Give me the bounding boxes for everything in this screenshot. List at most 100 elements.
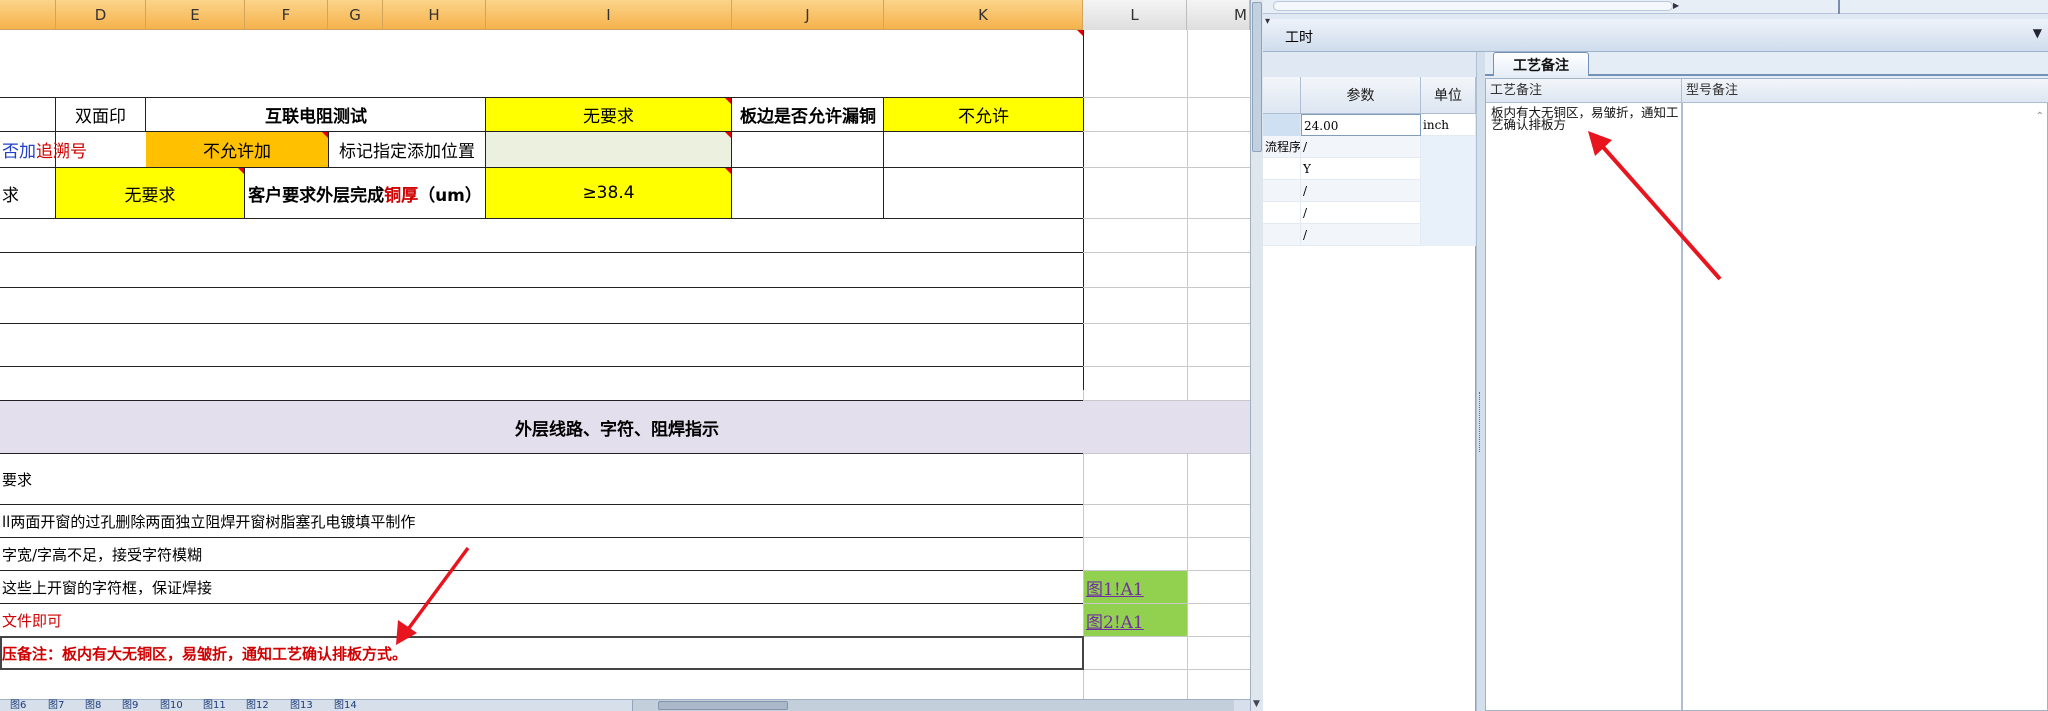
column-divider [1682, 103, 1683, 710]
cell-border [1083, 30, 1084, 390]
copper-label-part3: （um） [418, 185, 482, 206]
param-row[interactable]: / [1263, 180, 1476, 202]
param-row-unit: inch [1421, 114, 1476, 136]
cell-mark-position-value[interactable] [486, 132, 731, 167]
process-note-text[interactable]: 板内有大无铜区，易皱折，通知工艺确认排板方 [1491, 106, 1681, 131]
toolbar-dropdown-icon[interactable]: ▼ [2033, 26, 2042, 40]
column-header-h[interactable]: H [383, 0, 486, 30]
tab-process-notes[interactable]: 工艺备注 [1493, 52, 1589, 76]
work-hours-label: 工时 [1285, 30, 1313, 46]
param-row-unit [1421, 224, 1476, 246]
sheet-tab-8[interactable]: 图8 [85, 700, 101, 711]
gridline [1083, 218, 1250, 219]
column-header-g[interactable]: G [328, 0, 383, 30]
param-row-value[interactable]: / [1301, 202, 1421, 224]
note-row-4[interactable]: 这些上开窗的字符框，保证焊接 [0, 571, 1083, 603]
column-header-bar: D E F G H I J K L M [0, 0, 1250, 30]
notes-grid[interactable]: 工艺备注 型号备注 板内有大无铜区，易皱折，通知工艺确认排板方 ⌃ [1485, 78, 2048, 711]
process-note-column[interactable] [1486, 103, 1682, 710]
dropdown-small-icon[interactable]: ▾ [1265, 16, 1270, 27]
copper-label-part1: 客户要求外层完成 [248, 185, 385, 206]
sheet-tab-9[interactable]: 图9 [122, 700, 138, 711]
vertical-scroll-thumb[interactable] [1252, 2, 1262, 152]
cell-requirement-label[interactable]: 求 [0, 168, 55, 218]
cell-requirement-value[interactable]: 无要求 [56, 168, 244, 218]
param-row[interactable]: 流程序 / [1263, 136, 1476, 158]
column-header-d[interactable]: D [56, 0, 146, 30]
column-header-f[interactable]: F [245, 0, 328, 30]
sheet-tab-14[interactable]: 图14 [334, 700, 357, 711]
panel-top-divider [1838, 0, 1840, 14]
comment-indicator[interactable] [725, 132, 731, 138]
gridline [1083, 252, 1250, 253]
cell-d-duplex-print[interactable]: 双面印 [56, 98, 145, 131]
sheet-tab-11[interactable]: 图11 [203, 700, 226, 711]
notes-pane: 工艺备注 工艺备注 型号备注 板内有大无铜区，易皱折，通知工艺确认排板方 ⌃ [1485, 52, 2048, 711]
param-grid-corner [1263, 77, 1301, 114]
cell-mark-position-label[interactable]: 标记指定添加位置 [329, 132, 485, 167]
cell-border [883, 167, 884, 218]
sheet-tab-6[interactable]: 图6 [10, 700, 26, 711]
cell-copper-thickness-label[interactable]: 客户要求外层完成 铜厚 （um） [245, 168, 485, 218]
sheet-tab-10[interactable]: 图10 [160, 700, 183, 711]
cell-traceability-label[interactable]: 否加 追溯号 [0, 132, 145, 167]
param-row[interactable]: Y [1263, 158, 1476, 180]
column-header-e[interactable]: E [146, 0, 245, 30]
notes-tab-strip: 工艺备注 [1485, 52, 2048, 76]
link-cell-fig2[interactable]: 图2!A1 [1084, 604, 1187, 636]
parameter-grid[interactable]: 参数 单位 24.00 inch 流程序 / Y / / / [1263, 77, 1476, 711]
param-row-value[interactable]: / [1301, 180, 1421, 202]
param-row-value[interactable]: Y [1301, 158, 1421, 180]
note-row-3[interactable]: 字宽/字高不足，接受字符模糊 [0, 538, 1083, 570]
param-row-value[interactable]: / [1301, 136, 1421, 158]
column-header-i[interactable]: I [486, 0, 732, 30]
param-row-unit [1421, 158, 1476, 180]
model-note-header[interactable]: 型号备注 [1682, 79, 2048, 103]
note-row-5[interactable]: 文件即可 [0, 604, 1083, 636]
cell-border [731, 167, 732, 218]
column-header-j[interactable]: J [732, 0, 884, 30]
cell-resistance-test-value[interactable]: 无要求 [486, 98, 731, 131]
link-cell-fig1[interactable]: 图1!A1 [1084, 571, 1187, 603]
column-header-m[interactable]: M [1187, 0, 1250, 30]
column-header-l[interactable]: L [1083, 0, 1187, 30]
scroll-down-arrow-icon[interactable]: ▼ [1253, 699, 1260, 709]
comment-indicator[interactable] [1077, 30, 1083, 36]
copper-label-part2: 铜厚 [384, 185, 419, 206]
play-arrow-icon[interactable]: ▶ [1673, 1, 1685, 11]
cell-edge-copper-value[interactable]: 不允许 [884, 98, 1083, 131]
param-row[interactable]: / [1263, 224, 1476, 246]
panel-top-slider[interactable] [1273, 1, 1673, 11]
param-row[interactable]: / [1263, 202, 1476, 224]
sheet-tab-7[interactable]: 图7 [48, 700, 64, 711]
cell-interconnect-resistance-test[interactable]: 互联电阻测试 [146, 98, 486, 131]
sheet-tab-13[interactable]: 图13 [290, 700, 313, 711]
gridline [1083, 537, 1250, 538]
link-fig2[interactable]: 图2!A1 [1086, 608, 1144, 633]
cell-copper-thickness-value[interactable]: ≥38.4 [486, 168, 731, 218]
scroll-up-arrow-icon[interactable]: ⌃ [2036, 111, 2044, 122]
param-row[interactable]: 24.00 inch [1263, 114, 1476, 136]
param-header[interactable]: 参数 [1301, 77, 1421, 114]
unit-header[interactable]: 单位 [1421, 77, 1476, 114]
cell-traceability-value[interactable]: 不允许加 [146, 132, 328, 167]
gridline [1083, 669, 1250, 670]
column-header-c[interactable] [0, 0, 56, 30]
vertical-scrollbar[interactable]: ▼ [1250, 0, 1263, 711]
horizontal-scroll-thumb[interactable] [658, 701, 788, 710]
splitter-grip[interactable] [1479, 392, 1482, 452]
selected-cell-outline [0, 636, 1084, 670]
process-note-header[interactable]: 工艺备注 [1486, 79, 1682, 103]
param-row-value-editing[interactable]: 24.00 [1301, 114, 1421, 136]
link-fig1[interactable]: 图1!A1 [1086, 575, 1144, 600]
cell-border [0, 287, 1083, 288]
param-row-unit [1421, 202, 1476, 224]
column-header-k[interactable]: K [884, 0, 1083, 30]
cell-edge-copper-label[interactable]: 板边是否允许漏铜 [732, 98, 884, 131]
horizontal-scrollbar[interactable] [632, 700, 1234, 711]
param-row-value[interactable]: / [1301, 224, 1421, 246]
note-row-2[interactable]: ll两面开窗的过孔删除两面独立阻焊开窗树脂塞孔电镀填平制作 [0, 505, 1083, 537]
note-row-1[interactable]: 要求 [0, 454, 1083, 504]
sheet-tab-12[interactable]: 图12 [246, 700, 269, 711]
spreadsheet[interactable]: D E F G H I J K L M 双面印 互联电阻测试 无要求 板边是否允… [0, 0, 1250, 711]
